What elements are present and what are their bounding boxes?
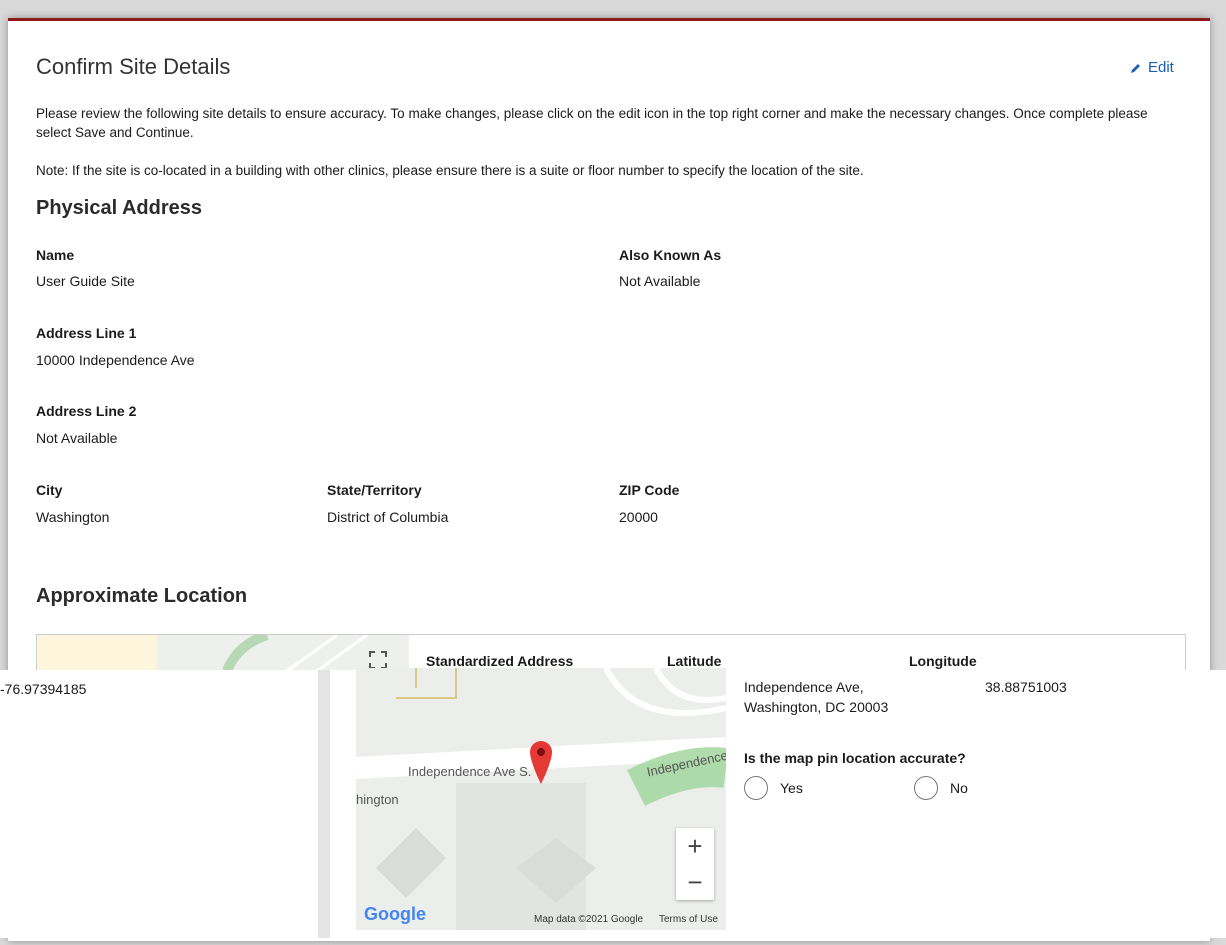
pencil-icon: [1131, 63, 1140, 73]
map-scrollbar[interactable]: [318, 670, 330, 938]
terms-link[interactable]: Terms of Use: [659, 914, 718, 925]
latitude-label: Latitude: [667, 653, 722, 669]
name-label: Name: [36, 247, 75, 263]
yes-label: Yes: [780, 780, 803, 796]
street-label-1: Independence Ave S.: [408, 764, 532, 779]
address-line1-label: Address Line 1: [36, 325, 137, 341]
name-value: User Guide Site: [36, 273, 135, 289]
standardized-address-label: Standardized Address: [426, 653, 574, 669]
zoom-in-button[interactable]: +: [676, 828, 714, 864]
no-radio[interactable]: No: [914, 776, 968, 800]
note-text: Note: If the site is co-located in a bui…: [36, 163, 864, 178]
city-label: City: [36, 482, 63, 498]
yes-radio-circle[interactable]: [744, 776, 768, 800]
zip-value: 20000: [619, 509, 658, 525]
no-radio-circle[interactable]: [914, 776, 938, 800]
zip-label: ZIP Code: [619, 482, 680, 498]
zoom-out-button[interactable]: −: [676, 864, 714, 900]
pin-accuracy-question: Is the map pin location accurate?: [744, 750, 966, 766]
state-label: State/Territory: [327, 482, 422, 498]
physical-address-heading: Physical Address: [36, 197, 203, 219]
address-line2-value: Not Available: [36, 430, 118, 446]
std-address-line1: Independence Ave,: [744, 679, 864, 695]
intro-text: Please review the following site details…: [36, 106, 1148, 140]
zoom-controls: + −: [676, 828, 714, 900]
city-map-label: hington: [356, 792, 399, 807]
google-logo: Google: [364, 904, 426, 924]
map[interactable]: Independence Ave S. Independence hington…: [356, 668, 726, 930]
map-pin-icon[interactable]: [528, 738, 554, 791]
map-top-strip: [37, 635, 409, 671]
edit-button[interactable]: Edit: [1130, 59, 1174, 76]
yes-radio[interactable]: Yes: [744, 776, 803, 800]
address-line2-label: Address Line 2: [36, 403, 137, 419]
no-label: No: [950, 780, 968, 796]
address-line1-value: 10000 Independence Ave: [36, 352, 195, 368]
edit-label: Edit: [1148, 59, 1174, 76]
longitude-label: Longitude: [909, 653, 977, 669]
location-container: Standardized Address Latitude Longitude: [36, 634, 1186, 671]
approximate-location-heading: Approximate Location: [36, 585, 248, 607]
longitude-value: -76.97394185: [0, 681, 87, 697]
std-address-line2: Washington, DC 20003: [744, 699, 889, 715]
latitude-value: 38.88751003: [985, 679, 1067, 695]
page-title: Confirm Site Details: [36, 54, 231, 79]
city-value: Washington: [36, 509, 110, 525]
aka-value: Not Available: [619, 273, 701, 289]
map-attribution: Map data ©2021 Google: [534, 914, 644, 925]
map-graphic: [356, 668, 726, 930]
map-top-graphic: [37, 635, 368, 671]
aka-label: Also Known As: [619, 247, 722, 263]
state-value: District of Columbia: [327, 509, 449, 525]
